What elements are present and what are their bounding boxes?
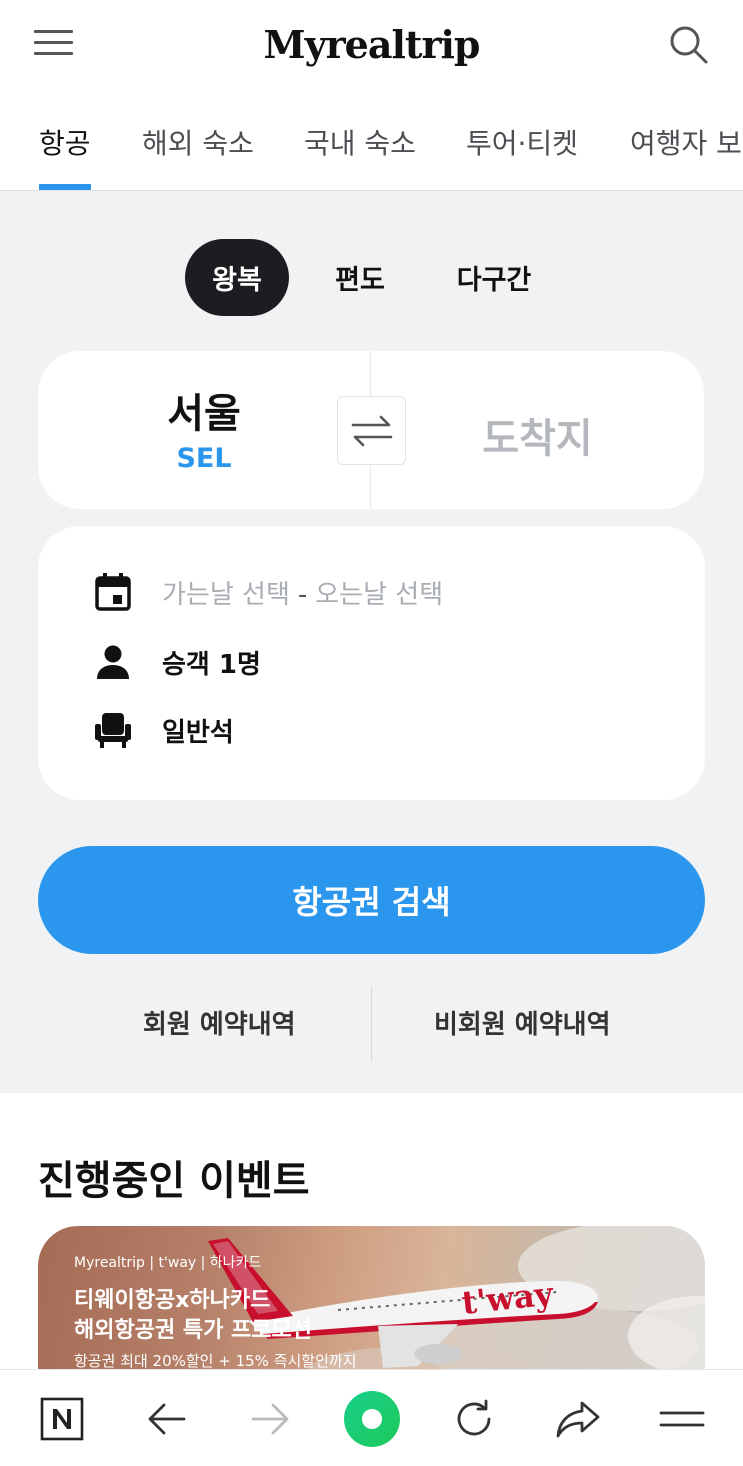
flight-search-button[interactable]: 항공권 검색 — [38, 846, 705, 954]
flight-search-panel: 왕복 편도 다구간 서울 SEL 도착지 가는날 선택 - 오는날 선택 승객 … — [0, 191, 743, 1093]
destination-selector[interactable]: 도착지 — [371, 406, 704, 464]
date-selector[interactable]: 가는날 선택 - 오는날 선택 — [92, 570, 443, 614]
origin-city: 서울 — [167, 391, 241, 437]
banner-subtitle: 항공권 최대 20%할인 + 15% 즉시할인까지 — [74, 1352, 357, 1370]
tab-travel-insurance[interactable]: 여행자 보 — [630, 122, 742, 162]
trip-type-oneway[interactable]: 편도 — [310, 239, 410, 316]
category-tabs: 항공 해외 숙소 국내 숙소 투어·티켓 여행자 보 — [0, 92, 743, 191]
event-banner[interactable]: t'way Myrealtrip | t'way | 하나카드 티웨이항공x하나… — [38, 1226, 705, 1376]
seat-icon — [92, 709, 134, 751]
browser-bottom-nav — [0, 1369, 743, 1466]
tab-domestic-stay[interactable]: 국내 숙소 — [304, 122, 416, 162]
passenger-selector[interactable]: 승객 1명 — [92, 640, 261, 684]
return-date-placeholder: 오는날 선택 — [315, 579, 444, 610]
depart-date-placeholder: 가는날 선택 — [162, 579, 290, 610]
trip-type-roundtrip[interactable]: 왕복 — [185, 239, 289, 316]
reservation-links: 회원 예약내역 비회원 예약내역 — [0, 986, 743, 1062]
tab-overseas-stay[interactable]: 해외 숙소 — [142, 122, 254, 162]
person-icon — [92, 641, 134, 683]
trip-type-multicity[interactable]: 다구간 — [435, 239, 553, 316]
seat-class-selector[interactable]: 일반석 — [92, 708, 234, 752]
tab-flights[interactable]: 항공 — [39, 122, 91, 162]
refresh-icon[interactable] — [444, 1390, 504, 1448]
banner-brand: Myrealtrip | t'way | 하나카드 — [74, 1255, 262, 1271]
home-green-dot-icon[interactable] — [342, 1390, 402, 1448]
back-arrow-icon[interactable] — [137, 1390, 197, 1448]
origin-selector[interactable]: 서울 SEL — [38, 381, 370, 474]
member-reservations-link[interactable]: 회원 예약내역 — [143, 1004, 296, 1041]
options-card: 가는날 선택 - 오는날 선택 승객 1명 일반석 — [38, 526, 705, 800]
route-card: 서울 SEL 도착지 — [38, 351, 704, 509]
menu-lines-icon[interactable] — [652, 1390, 712, 1448]
banner-title-line1: 티웨이항공x하나카드 — [74, 1288, 271, 1313]
events-section-title: 진행중인 이벤트 — [38, 1158, 310, 1204]
non-member-reservations-link[interactable]: 비회원 예약내역 — [434, 1004, 611, 1041]
origin-code: SEL — [176, 443, 232, 474]
logo[interactable]: Myrealtrip — [0, 22, 743, 67]
banner-title-line2: 해외항공권 특가 프로모션 — [74, 1318, 312, 1343]
header: Myrealtrip — [0, 0, 743, 92]
reservation-divider — [371, 986, 372, 1062]
forward-arrow-icon[interactable] — [240, 1390, 300, 1448]
swap-arrows-icon[interactable] — [337, 396, 406, 465]
active-tab-indicator — [39, 184, 91, 190]
share-icon[interactable] — [548, 1390, 608, 1448]
seat-class: 일반석 — [162, 717, 234, 748]
date-separator: - — [297, 579, 308, 610]
calendar-icon — [92, 571, 134, 613]
passenger-count: 승객 1명 — [162, 649, 261, 680]
search-icon[interactable] — [668, 24, 710, 66]
naver-n-icon[interactable] — [32, 1390, 92, 1448]
tab-tours-tickets[interactable]: 투어·티켓 — [466, 122, 578, 162]
